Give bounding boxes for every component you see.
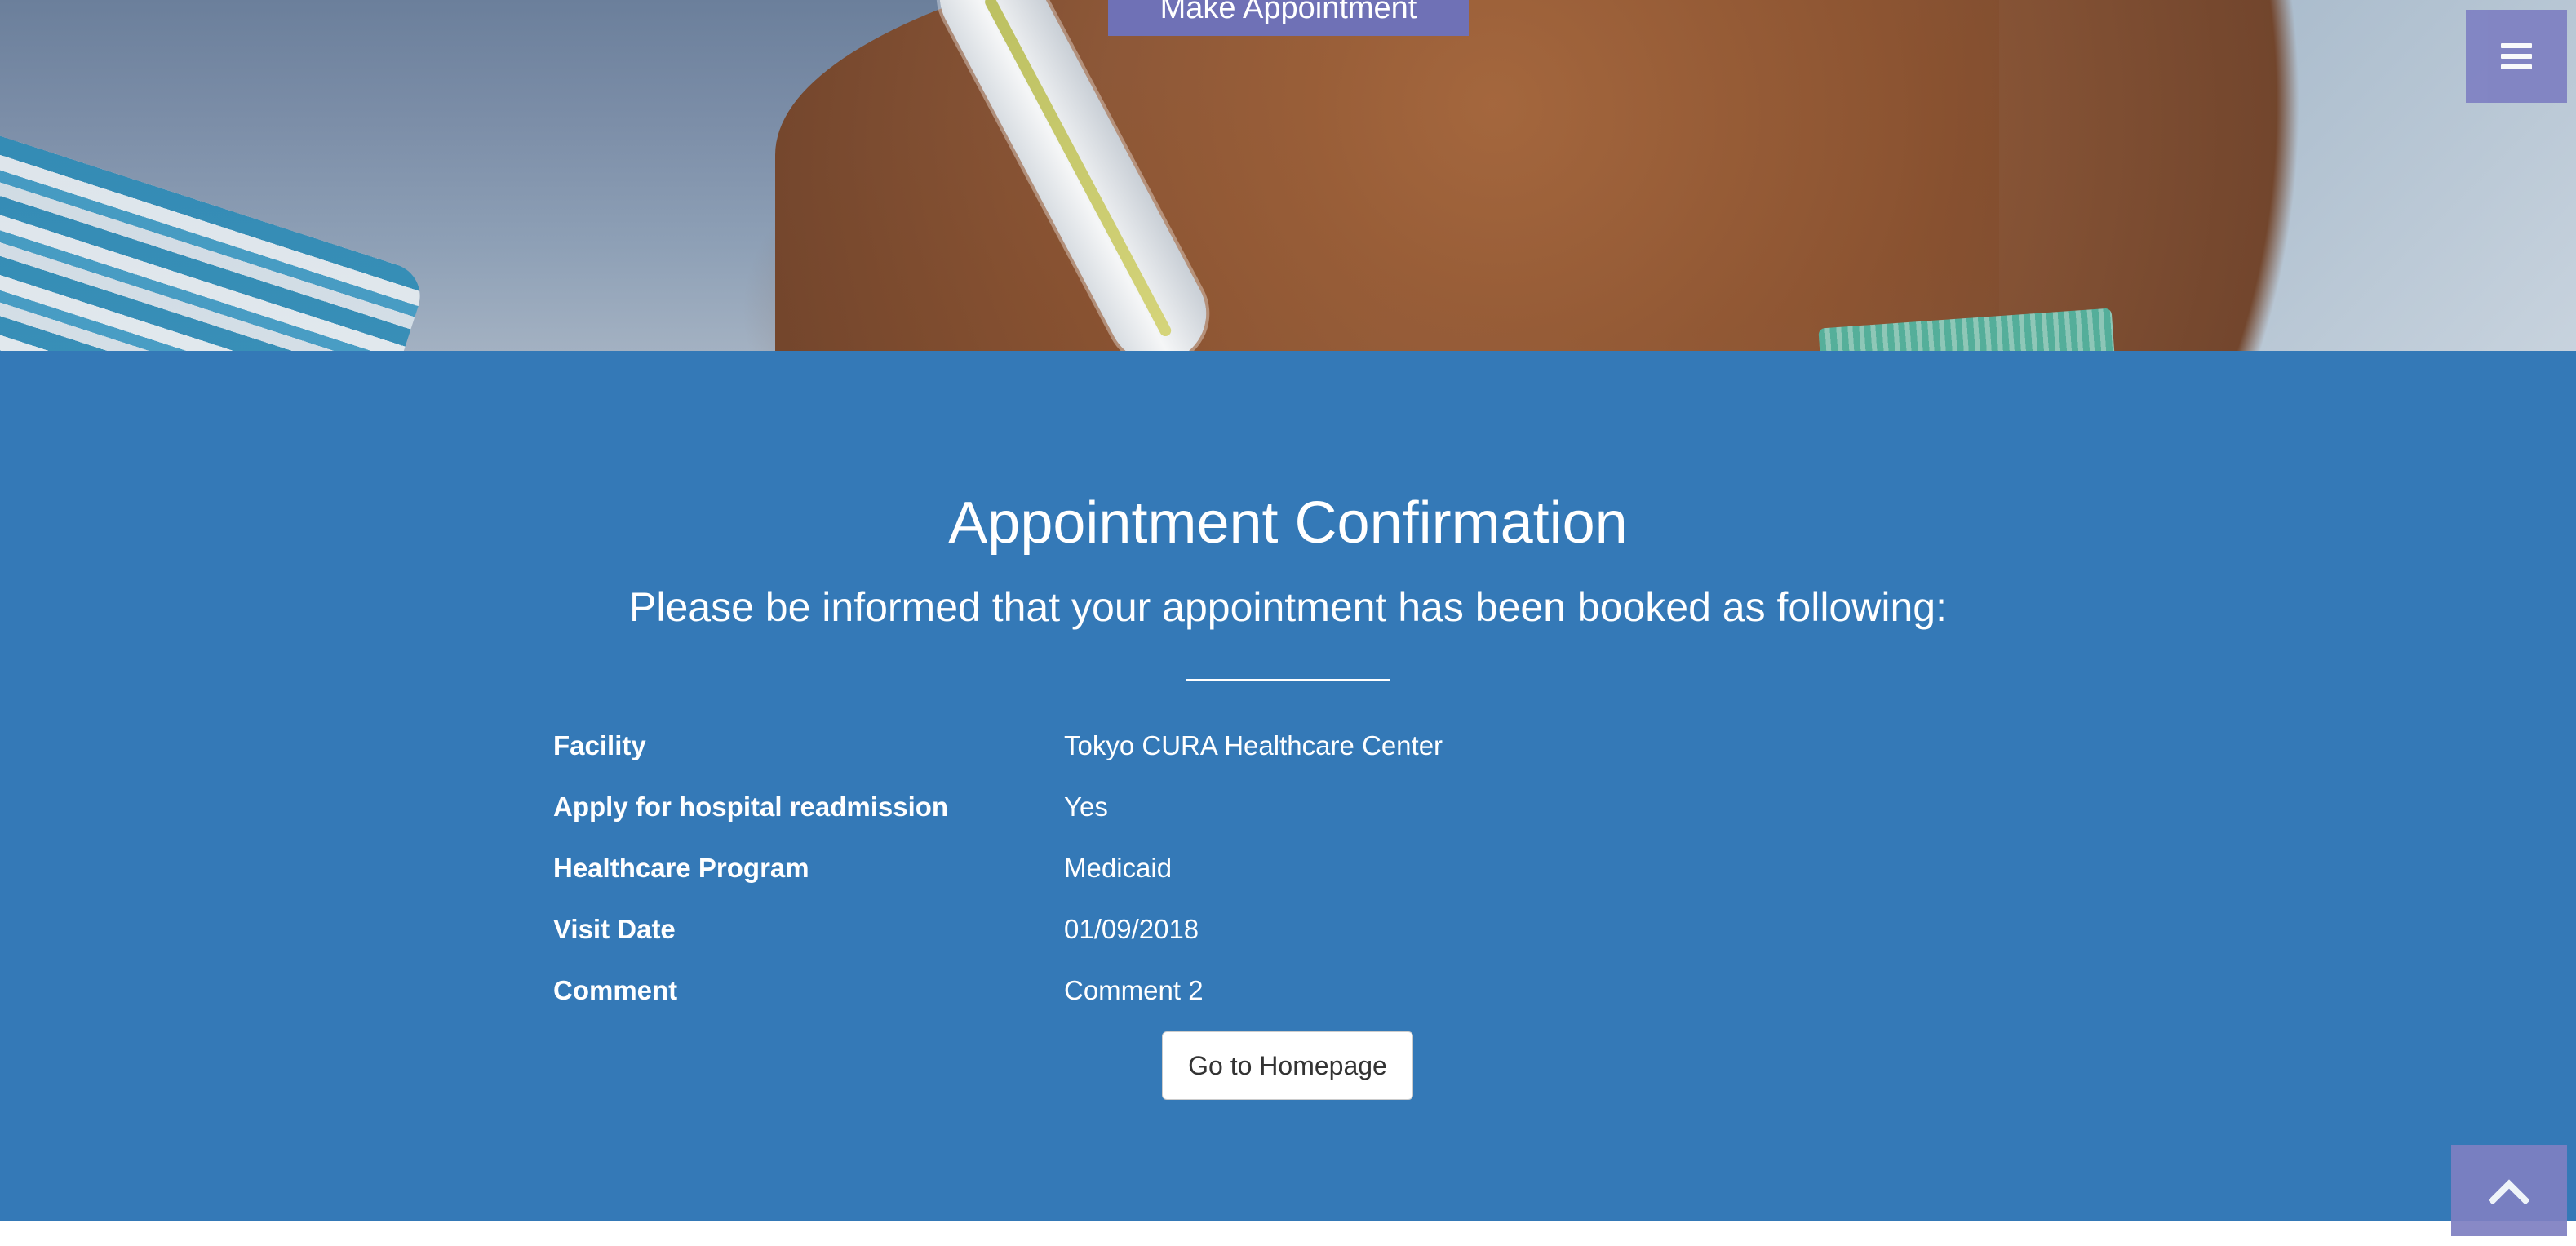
detail-row-facility: Facility Tokyo CURA Healthcare Center	[553, 721, 2022, 770]
scroll-to-top-button[interactable]	[2451, 1145, 2567, 1236]
detail-label: Healthcare Program	[553, 853, 809, 883]
detail-label: Comment	[553, 975, 678, 1005]
detail-value: Tokyo CURA Healthcare Center	[1064, 730, 1443, 760]
make-appointment-button[interactable]: Make Appointment	[1108, 0, 1469, 36]
detail-value: 01/09/2018	[1064, 914, 1199, 944]
chevron-up-icon	[2489, 1179, 2529, 1204]
confirmation-subtitle: Please be informed that your appointment…	[629, 584, 1947, 630]
detail-label: Facility	[553, 730, 646, 760]
appointment-confirmation-section: Appointment Confirmation Please be infor…	[0, 351, 2576, 1221]
detail-value: Comment 2	[1064, 975, 1204, 1005]
hero-banner: Make Appointment	[0, 0, 2576, 351]
detail-row-readmission: Apply for hospital readmission Yes	[553, 783, 2022, 831]
detail-value: Yes	[1064, 791, 1108, 822]
hero-striped-blanket	[0, 118, 428, 351]
hamburger-menu-icon	[2501, 43, 2532, 69]
divider	[1186, 679, 1390, 681]
detail-label: Apply for hospital readmission	[553, 791, 949, 822]
page-title: Appointment Confirmation	[948, 490, 1628, 556]
menu-toggle-button[interactable]	[2466, 10, 2567, 103]
detail-value: Medicaid	[1064, 853, 1173, 883]
detail-row-program: Healthcare Program Medicaid	[553, 844, 2022, 893]
go-to-homepage-button[interactable]: Go to Homepage	[1162, 1031, 1413, 1100]
detail-row-visit-date: Visit Date 01/09/2018	[553, 905, 2022, 954]
detail-row-comment: Comment Comment 2	[553, 966, 2022, 1015]
detail-label: Visit Date	[553, 914, 676, 944]
